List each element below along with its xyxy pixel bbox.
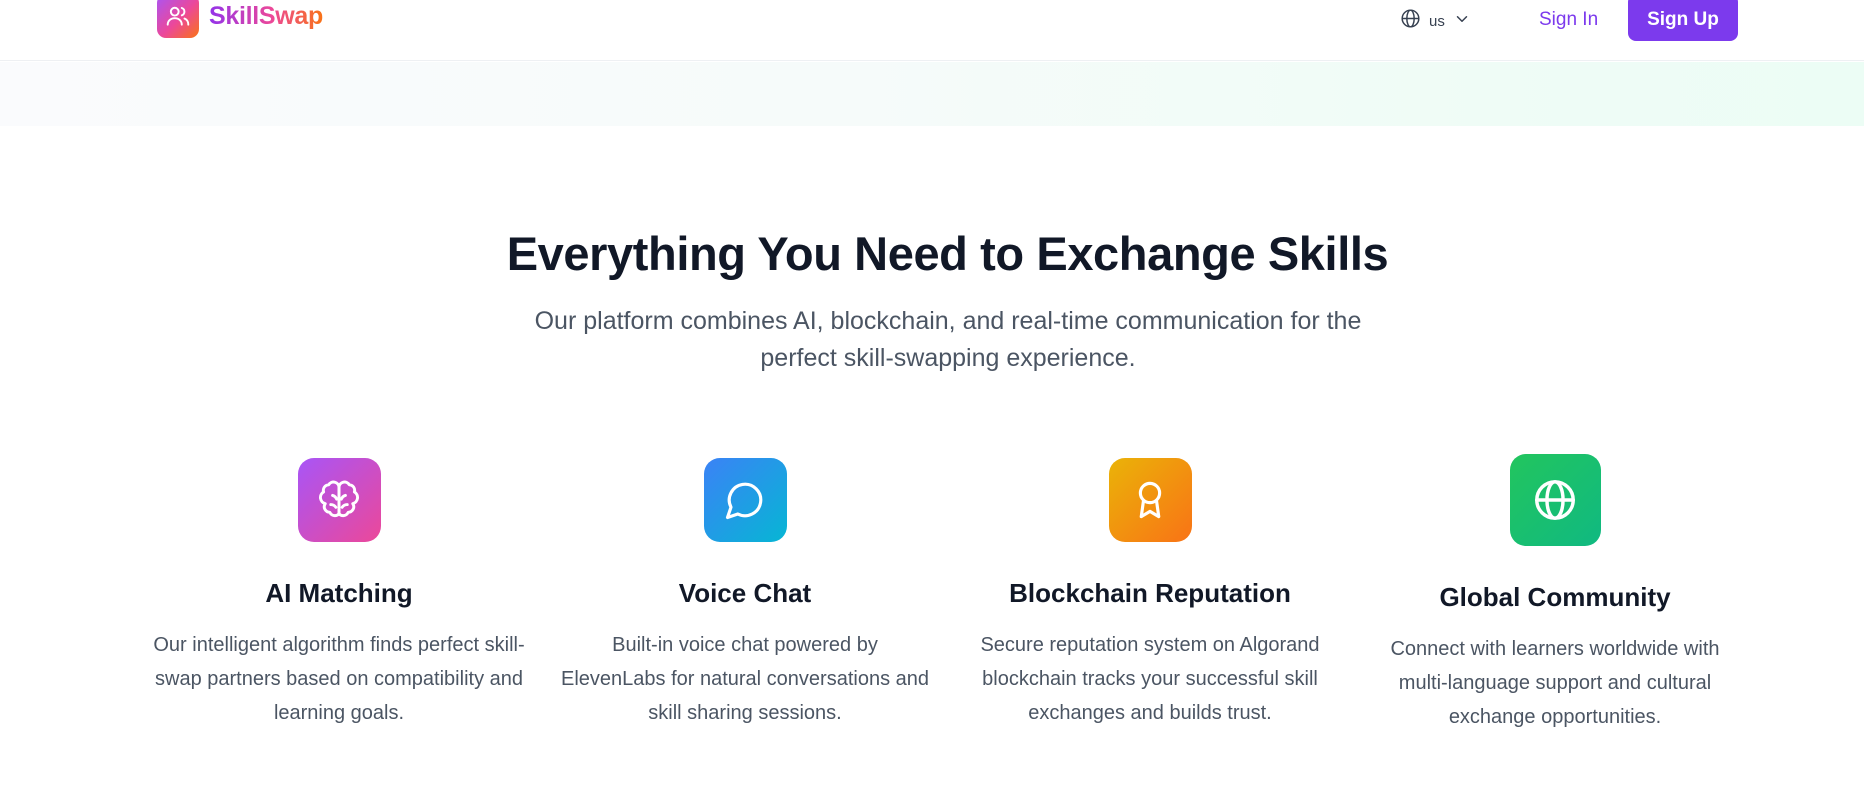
- language-code: us: [1429, 12, 1445, 30]
- feature-description: Our intelligent algorithm finds perfect …: [153, 634, 525, 724]
- feature-card-ai-matching: AI Matching Our intelligent algorithm fi…: [149, 450, 529, 730]
- feature-description: Secure reputation system on Algorand blo…: [980, 634, 1320, 724]
- chevron-down-icon: [1453, 10, 1471, 33]
- hero-background-band: [0, 62, 1864, 126]
- award-icon: [1108, 458, 1192, 542]
- feature-card-global-community: Global Community Connect with learners w…: [1365, 450, 1745, 734]
- top-navbar: SkillSwap us Sign In Sign Up: [0, 0, 1864, 61]
- features-title: Everything You Need to Exchange Skills: [506, 227, 1389, 280]
- language-selector[interactable]: us: [1400, 8, 1471, 34]
- features-subtitle: Our platform combines AI, blockchain, an…: [534, 307, 1362, 372]
- feature-title: Voice Chat: [678, 578, 812, 608]
- feature-card-blockchain-reputation: Blockchain Reputation Secure reputation …: [960, 450, 1340, 730]
- feature-title: Blockchain Reputation: [1009, 578, 1291, 608]
- chat-bubble-icon: [703, 458, 787, 542]
- globe-icon: [1509, 454, 1601, 546]
- feature-description: Built-in voice chat powered by ElevenLab…: [560, 634, 929, 724]
- sign-in-button[interactable]: Sign In: [1525, 0, 1612, 40]
- sign-up-button[interactable]: Sign Up: [1628, 0, 1738, 41]
- feature-title: AI Matching: [265, 578, 413, 608]
- feature-title: Global Community: [1439, 582, 1671, 612]
- users-icon: [157, 0, 199, 38]
- brain-icon: [297, 458, 381, 542]
- feature-card-voice-chat: Voice Chat Built-in voice chat powered b…: [555, 450, 935, 730]
- globe-icon: [1400, 8, 1421, 34]
- brand-name: SkillSwap: [209, 1, 324, 30]
- brand-logo[interactable]: SkillSwap: [157, 0, 323, 38]
- feature-description: Connect with learners worldwide with mul…: [1390, 638, 1720, 728]
